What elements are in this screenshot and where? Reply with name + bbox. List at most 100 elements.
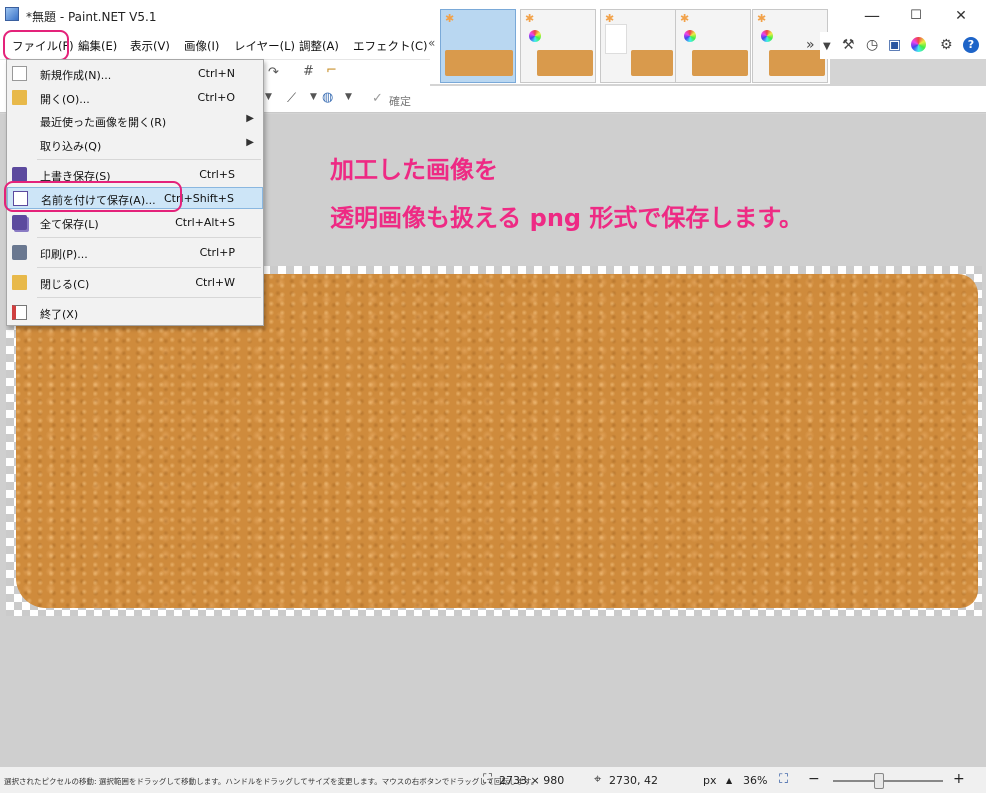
menu-item-label: 閉じる(C) bbox=[40, 278, 90, 291]
thumbnails-next-icon[interactable]: » bbox=[806, 37, 815, 53]
submenu-arrow-icon: ▶ bbox=[246, 113, 254, 124]
cursor-position: 2730, 42 bbox=[609, 774, 658, 787]
history-icon[interactable]: ◷ bbox=[866, 37, 878, 53]
menu-item-label: 最近使った画像を開く(R) bbox=[40, 116, 167, 129]
annotation-text: 加工した画像を 透明画像も扱える png 形式で保存します。 bbox=[330, 146, 803, 242]
help-icon[interactable]: ? bbox=[963, 37, 979, 53]
image-size: 2733 × 980 bbox=[499, 774, 565, 787]
color-wheel-icon bbox=[684, 30, 696, 42]
thumbnail-preview bbox=[537, 50, 593, 76]
status-hint: 選択されたピクセルの移動: 選択範囲をドラッグして移動します。ハンドルをドラッグ… bbox=[4, 777, 539, 786]
menu-adjustments[interactable]: 調整(A) bbox=[299, 38, 339, 54]
menu-item-close[interactable]: 閉じる(C) Ctrl+W bbox=[7, 272, 263, 294]
units-arrow-icon[interactable]: ▲ bbox=[726, 776, 732, 785]
file-menu-highlight-box bbox=[3, 30, 69, 61]
submenu-arrow-icon: ▶ bbox=[246, 137, 254, 148]
minimize-button[interactable]: — bbox=[850, 2, 894, 30]
image-size-icon: ⛶ bbox=[483, 772, 493, 787]
save-as-highlight-box bbox=[4, 181, 182, 212]
thumbnail-5[interactable]: ✱ bbox=[752, 9, 828, 83]
menu-item-shortcut: Ctrl+Alt+S bbox=[175, 216, 235, 229]
open-folder-icon bbox=[12, 90, 27, 105]
ruler-icon[interactable]: ⌐ bbox=[326, 63, 337, 78]
zoom-to-window-icon[interactable]: ⛶ bbox=[779, 772, 788, 787]
zoom-slider-track[interactable] bbox=[833, 780, 943, 782]
menu-view[interactable]: 表示(V) bbox=[130, 38, 170, 54]
menu-item-shortcut: Ctrl+O bbox=[197, 91, 235, 104]
menu-item-acquire[interactable]: 取り込み(Q) ▶ bbox=[7, 134, 263, 156]
unsaved-asterisk-icon: ✱ bbox=[525, 12, 535, 25]
menu-effects[interactable]: エフェクト(C) bbox=[353, 38, 428, 54]
close-file-icon bbox=[12, 275, 27, 290]
menu-edit[interactable]: 編集(E) bbox=[78, 38, 117, 54]
close-button[interactable]: ✕ bbox=[939, 2, 983, 30]
units-selector[interactable]: px bbox=[703, 774, 717, 787]
menu-separator bbox=[37, 159, 261, 160]
menu-item-label: 印刷(P)... bbox=[40, 248, 88, 261]
menu-separator bbox=[37, 267, 261, 268]
antialias-dropdown-icon[interactable]: ▼ bbox=[310, 92, 317, 102]
zoom-level[interactable]: 36% bbox=[743, 774, 767, 787]
new-file-icon bbox=[12, 66, 27, 81]
thumbnail-preview bbox=[692, 50, 748, 76]
annotation-line-2: 透明画像も扱える png 形式で保存します。 bbox=[330, 204, 804, 232]
thumbnail-3[interactable]: ✱ bbox=[600, 9, 676, 83]
menu-separator bbox=[37, 237, 261, 238]
save-icon bbox=[12, 167, 27, 182]
checkmark-icon: ✓ bbox=[372, 91, 383, 106]
image-thumbnails: « ✱ ✱ ✱ ✱ ✱ bbox=[428, 0, 830, 84]
menu-item-label: 全て保存(L) bbox=[40, 218, 99, 231]
layers-icon[interactable]: ▣ bbox=[888, 37, 901, 53]
zoom-slider-thumb[interactable] bbox=[874, 773, 884, 789]
window-title: *無題 - Paint.NET V5.1 bbox=[26, 10, 157, 24]
paintnet-app-icon[interactable] bbox=[5, 7, 19, 21]
color-wheel-icon bbox=[761, 30, 773, 42]
menu-item-recent[interactable]: 最近使った画像を開く(R) ▶ bbox=[7, 110, 263, 132]
unsaved-asterisk-icon: ✱ bbox=[445, 12, 455, 25]
unsaved-asterisk-icon: ✱ bbox=[680, 12, 690, 25]
thumbnail-preview bbox=[445, 50, 513, 76]
thumbnail-panel bbox=[605, 24, 627, 54]
zoom-in-icon[interactable]: + bbox=[953, 771, 965, 787]
utility-toolbar: » ▼ ⚒ ◷ ▣ ⚙ ? bbox=[806, 32, 986, 59]
settings-gear-icon[interactable]: ⚙ bbox=[940, 37, 953, 53]
color-wheel-icon bbox=[529, 30, 541, 42]
menu-separator bbox=[37, 297, 261, 298]
thumbnails-prev-icon[interactable]: « bbox=[428, 36, 435, 50]
redo-icon[interactable]: ↷ bbox=[268, 65, 279, 80]
annotation-line-1: 加工した画像を bbox=[330, 156, 498, 184]
menu-item-new[interactable]: 新規作成(N)... Ctrl+N bbox=[7, 63, 263, 85]
blend-dropdown-icon[interactable]: ▼ bbox=[345, 92, 352, 102]
zoom-out-icon[interactable]: − bbox=[808, 771, 820, 787]
menu-item-label: 開く(O)... bbox=[40, 93, 90, 106]
menu-item-save-all[interactable]: 全て保存(L) Ctrl+Alt+S bbox=[7, 212, 263, 234]
thumbnail-2[interactable]: ✱ bbox=[520, 9, 596, 83]
menu-item-shortcut: Ctrl+S bbox=[199, 168, 235, 181]
menu-layers[interactable]: レイヤー(L) bbox=[234, 38, 295, 54]
confirm-button[interactable]: 確定 bbox=[389, 93, 411, 109]
antialias-icon[interactable]: ⟋ bbox=[287, 91, 296, 106]
thumbnail-4[interactable]: ✱ bbox=[675, 9, 751, 83]
menu-item-open[interactable]: 開く(O)... Ctrl+O bbox=[7, 87, 263, 109]
cursor-position-icon: ⌖ bbox=[594, 772, 602, 787]
menu-item-label: 取り込み(Q) bbox=[40, 140, 102, 153]
colors-icon[interactable] bbox=[911, 37, 926, 52]
thumbnail-current[interactable]: ✱ bbox=[440, 9, 516, 83]
menu-item-shortcut: Ctrl+P bbox=[199, 246, 235, 259]
maximize-button[interactable]: ☐ bbox=[894, 2, 938, 30]
thumbnail-preview bbox=[769, 50, 825, 76]
blend-mode-icon[interactable]: ◍ bbox=[322, 90, 333, 105]
thumbnail-preview bbox=[631, 50, 673, 76]
unsaved-asterisk-icon: ✱ bbox=[757, 12, 767, 25]
tools-icon[interactable]: ⚒ bbox=[842, 37, 855, 53]
dropdown-arrow-icon[interactable]: ▼ bbox=[265, 92, 272, 102]
grid-icon[interactable]: # bbox=[303, 64, 314, 79]
menu-item-print[interactable]: 印刷(P)... Ctrl+P bbox=[7, 242, 263, 264]
thumbnails-dropdown-icon[interactable]: ▼ bbox=[823, 39, 831, 55]
menu-item-shortcut: Ctrl+W bbox=[195, 276, 235, 289]
menu-image[interactable]: 画像(I) bbox=[184, 38, 219, 54]
exit-icon bbox=[12, 305, 27, 320]
menu-item-exit[interactable]: 終了(X) bbox=[7, 302, 263, 324]
menu-item-label: 新規作成(N)... bbox=[40, 69, 112, 82]
save-all-icon bbox=[12, 215, 27, 230]
